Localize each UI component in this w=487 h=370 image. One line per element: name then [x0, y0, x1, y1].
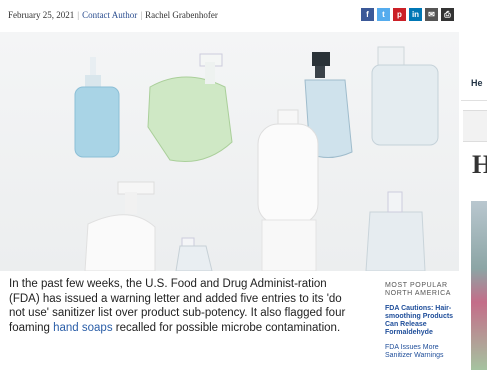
popular-link[interactable]: FDA Issues More Sanitizer Warnings: [385, 344, 463, 360]
bottles-illustration: [74, 46, 439, 271]
article-meta: February 25, 2021 | Contact Author | Rachel …: [8, 10, 218, 20]
print-icon[interactable]: ⎙: [441, 8, 454, 21]
divider: [461, 100, 487, 101]
pinterest-icon[interactable]: p: [393, 8, 406, 21]
article-text-end: recalled for possible microbe contaminat…: [112, 321, 341, 334]
hero-image: [0, 32, 459, 271]
email-icon[interactable]: ✉: [425, 8, 438, 21]
twitter-icon[interactable]: t: [377, 8, 390, 21]
contact-author-link[interactable]: Contact Author: [82, 10, 137, 20]
linkedin-icon[interactable]: in: [409, 8, 422, 21]
sidebar-box: [463, 110, 487, 142]
author-name: Rachel Grabenhofer: [145, 10, 218, 20]
divider: |: [77, 10, 80, 20]
sidebar-image: [471, 201, 487, 370]
facebook-icon[interactable]: f: [361, 8, 374, 21]
article-body: In the past few weeks, the U.S. Food and…: [9, 277, 349, 335]
most-popular-title: MOST POPULAR NORTH AMERICA: [385, 282, 452, 297]
sidebar-large-letter: H: [472, 150, 487, 179]
popular-link[interactable]: FDA Cautions: Hair-smoothing Products Ca…: [385, 305, 463, 337]
share-bar: f t p in ✉ ⎙: [361, 8, 454, 21]
most-popular-widget: MOST POPULAR NORTH AMERICA FDA Cautions:…: [385, 282, 463, 360]
article-date: February 25, 2021: [8, 10, 75, 20]
divider: |: [140, 10, 143, 20]
sidebar-heading: He: [471, 78, 483, 88]
hand-soaps-link[interactable]: hand soaps: [53, 322, 112, 334]
